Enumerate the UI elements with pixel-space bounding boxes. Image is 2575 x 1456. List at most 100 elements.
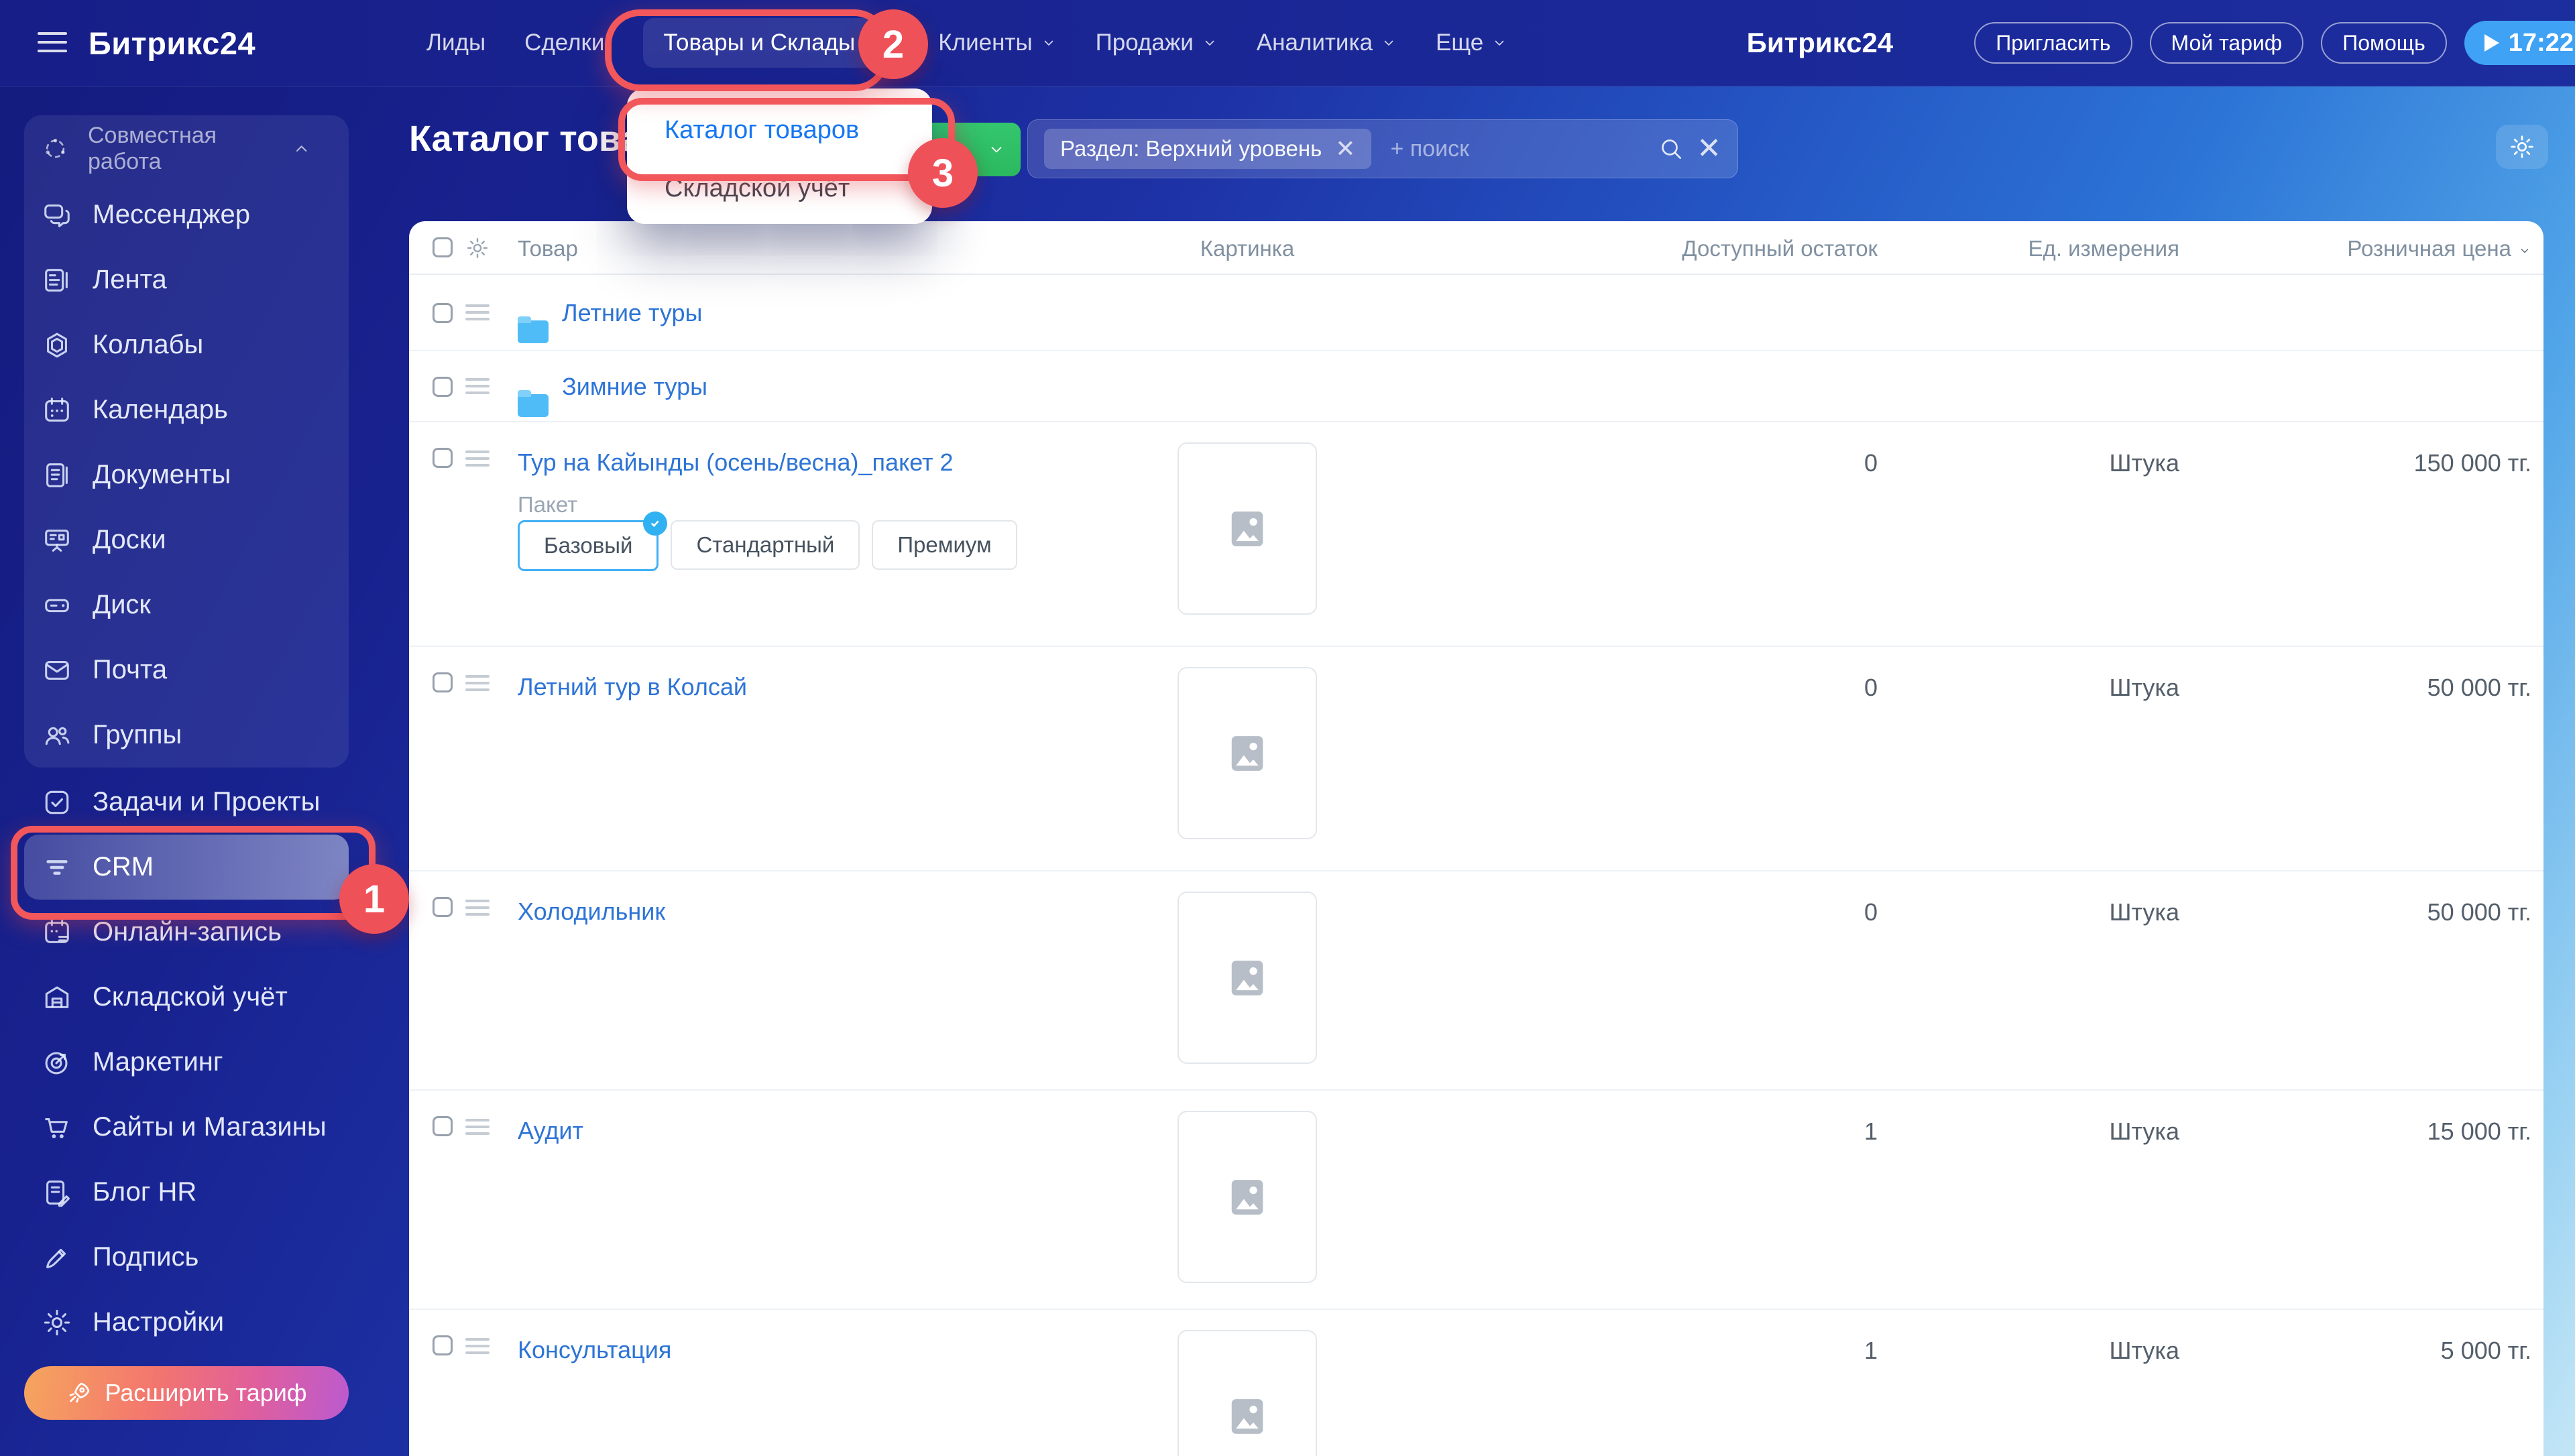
sidebar-item-сайты и магазины[interactable]: Сайты и Магазины — [24, 1095, 349, 1160]
sidebar-group-header[interactable]: Совместная работа — [24, 115, 349, 182]
column-product[interactable]: Товар — [518, 236, 578, 261]
sidebar-item-документы[interactable]: Документы — [24, 442, 349, 507]
price-value: 50 000 тг. — [2427, 674, 2531, 702]
product-link[interactable]: Тур на Кайынды (осень/весна)_пакет 2 — [518, 448, 954, 477]
column-unit[interactable]: Ед. измерения — [2028, 236, 2179, 261]
stock-value: 0 — [1864, 674, 1878, 702]
sidebar-item-label: Складской учёт — [93, 982, 288, 1012]
product-link[interactable]: Летний тур в Колсай — [518, 672, 747, 702]
sidebar-item-складской учёт[interactable]: Складской учёт — [24, 965, 349, 1030]
pen-icon — [42, 1242, 72, 1273]
app-logo[interactable]: Битрикс24 — [89, 0, 277, 86]
sidebar-item-crm[interactable]: CRM — [24, 835, 349, 900]
folder-link[interactable]: Зимние туры — [562, 372, 707, 402]
folder-link[interactable]: Летние туры — [562, 298, 702, 328]
drag-handle-icon[interactable] — [465, 675, 490, 692]
nav-item-7[interactable]: Еще — [1436, 29, 1507, 56]
sidebar-item-доски[interactable]: Доски — [24, 507, 349, 572]
search-icon[interactable] — [1701, 29, 1729, 57]
sidebar-item-настройки[interactable]: Настройки — [24, 1290, 349, 1355]
sidebar-item-онлайн-запись[interactable]: Онлайн-запись — [24, 900, 349, 965]
nav-item-4[interactable]: Клиенты — [938, 29, 1056, 56]
image-placeholder-icon — [1226, 733, 1268, 774]
package-option-базовый[interactable]: Базовый — [518, 520, 659, 571]
pages-icon — [42, 460, 72, 491]
row-checkbox[interactable] — [433, 1335, 453, 1355]
sidebar-item-лента[interactable]: Лента — [24, 247, 349, 312]
unit-value: Штука — [2110, 674, 2179, 702]
product-link[interactable]: Холодильник — [518, 897, 665, 926]
row-checkbox[interactable] — [433, 897, 453, 917]
row-checkbox[interactable] — [433, 377, 453, 397]
timer-value: 17:22 — [2509, 29, 2574, 58]
clear-search-icon[interactable]: ✕ — [1697, 135, 1721, 162]
sidebar-item-календарь[interactable]: Календарь — [24, 377, 349, 442]
sidebar-item-мессенджер[interactable]: Мессенджер — [24, 182, 349, 247]
chevron-up-icon[interactable] — [292, 139, 311, 159]
sidebar-item-почта[interactable]: Почта — [24, 638, 349, 703]
search-icon[interactable] — [1658, 135, 1684, 162]
nav-item-label: Сделки — [524, 29, 604, 56]
column-stock[interactable]: Доступный остаток — [1682, 236, 1878, 261]
sidebar-item-label: Сайты и Магазины — [93, 1112, 327, 1142]
drag-handle-icon[interactable] — [465, 450, 490, 468]
nav-item-1[interactable]: Лиды — [426, 29, 485, 56]
sidebar-item-коллабы[interactable]: Коллабы — [24, 312, 349, 377]
rocket-icon — [66, 1380, 93, 1406]
nav-item-6[interactable]: Аналитика — [1257, 29, 1397, 56]
row-checkbox[interactable] — [433, 448, 453, 468]
filter-search-bar[interactable]: Раздел: Верхний уровень ✕ + поиск ✕ — [1027, 119, 1738, 178]
sidebar-item-label: Подпись — [93, 1242, 198, 1272]
play-icon — [2484, 34, 2499, 52]
drag-handle-icon[interactable] — [465, 1338, 490, 1355]
product-image-placeholder — [1178, 1330, 1317, 1456]
tariff-button[interactable]: Мой тариф — [2150, 22, 2304, 64]
dropdown-item-2[interactable]: Складской учёт — [627, 161, 932, 216]
view-settings-button[interactable] — [2496, 125, 2548, 169]
sidebar-item-маркетинг[interactable]: Маркетинг — [24, 1030, 349, 1095]
product-link[interactable]: Консультация — [518, 1335, 671, 1365]
drag-handle-icon[interactable] — [465, 378, 490, 396]
portal-name[interactable]: Битрикс24 — [1747, 27, 1912, 59]
sidebar-item-подпись[interactable]: Подпись — [24, 1225, 349, 1290]
package-option-стандартный[interactable]: Стандартный — [671, 520, 860, 570]
filter-chip-section[interactable]: Раздел: Верхний уровень ✕ — [1044, 129, 1371, 169]
price-value: 50 000 тг. — [2427, 898, 2531, 926]
sidebar-item-группы[interactable]: Группы — [24, 703, 349, 768]
dropdown-item-1[interactable]: Каталог товаров — [627, 99, 932, 161]
row-checkbox[interactable] — [433, 672, 453, 692]
row-checkbox[interactable] — [433, 1116, 453, 1136]
timer-widget[interactable]: 17:22 — [2464, 21, 2575, 65]
drag-handle-icon[interactable] — [465, 1119, 490, 1136]
main-nav: ЛидыСделкиТовары и СкладыКлиентыПродажиА… — [426, 0, 1507, 86]
nav-item-label: Еще — [1436, 29, 1483, 56]
nav-item-2[interactable]: Сделки — [524, 29, 604, 56]
drag-handle-icon[interactable] — [465, 304, 490, 322]
sliders-icon[interactable] — [1929, 29, 1957, 57]
column-price[interactable]: Розничная цена — [2347, 236, 2531, 261]
price-value: 150 000 тг. — [2414, 449, 2531, 477]
hamburger-menu-icon[interactable] — [38, 29, 67, 56]
invite-button[interactable]: Пригласить — [1974, 22, 2132, 64]
upgrade-tariff-button[interactable]: Расширить тариф — [24, 1366, 349, 1420]
select-all-checkbox[interactable] — [433, 237, 453, 257]
search-placeholder: + поиск — [1390, 136, 1658, 162]
column-price-label: Розничная цена — [2347, 236, 2511, 261]
columns-gear-icon[interactable] — [465, 236, 490, 260]
table-row-product: Консультация1Штука5 000 тг. — [409, 1310, 2543, 1456]
help-button[interactable]: Помощь — [2321, 22, 2447, 64]
sidebar-item-диск[interactable]: Диск — [24, 572, 349, 638]
column-picture[interactable]: Картинка — [1180, 236, 1314, 261]
sidebar-item-label: Документы — [93, 460, 231, 490]
filter-chip-remove-icon[interactable]: ✕ — [1335, 135, 1355, 163]
package-option-премиум[interactable]: Премиум — [872, 520, 1017, 570]
sidebar-item-блог hr[interactable]: Блог HR — [24, 1160, 349, 1225]
row-checkbox[interactable] — [433, 303, 453, 323]
price-value: 5 000 тг. — [2441, 1337, 2531, 1365]
product-image-placeholder — [1178, 892, 1317, 1064]
product-link[interactable]: Аудит — [518, 1116, 583, 1146]
clock-icon — [1896, 28, 1911, 43]
sidebar-item-задачи и проекты[interactable]: Задачи и Проекты — [24, 770, 349, 835]
nav-item-5[interactable]: Продажи — [1096, 29, 1218, 56]
drag-handle-icon[interactable] — [465, 900, 490, 917]
